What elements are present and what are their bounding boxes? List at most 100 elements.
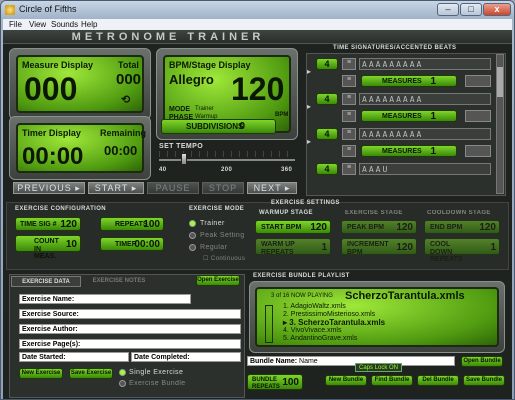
date-started-field[interactable]: Date Started: [19, 352, 129, 362]
accented-beats[interactable]: AAAAAAAAA [359, 93, 491, 105]
play-row-icon[interactable]: ▸ [307, 137, 315, 149]
increment-bpm-button[interactable]: INCREMENT BPM 120 [341, 238, 417, 256]
measures-button[interactable]: MEASURES 1 [361, 110, 457, 122]
accented-beats[interactable]: AAAAAAAAA [359, 128, 491, 140]
measures-edit-icon[interactable]: ≡ [342, 145, 356, 157]
measures-edit-icon[interactable]: ≡ [342, 110, 356, 122]
mode-trainer-radio[interactable] [189, 220, 196, 227]
previous-button[interactable]: PREVIOUS ▸ [13, 182, 85, 194]
measures-edit-icon[interactable]: ≡ [342, 75, 356, 87]
tempo-slider[interactable] [159, 151, 295, 165]
app-header: METRONOME TRAINER [3, 30, 512, 44]
subdivisions-value: 0 [239, 121, 245, 132]
open-bundle-button[interactable]: Open Bundle [461, 356, 503, 367]
mode-peak-radio[interactable] [189, 232, 196, 239]
find-bundle-button[interactable]: Find Bundle [371, 375, 413, 386]
accented-beats[interactable]: AAAAAAAAA [359, 58, 491, 70]
menu-bar: File View Sounds Help [3, 19, 512, 30]
save-bundle-button[interactable]: Save Bundle [463, 375, 505, 386]
date-completed-field[interactable]: Date Completed: [131, 352, 241, 362]
peak-bpm-button[interactable]: PEAK BPM 120 [341, 220, 417, 234]
timer-button[interactable]: TIMER 00:00 [100, 237, 164, 251]
exercise-source-field[interactable]: Exercise Source: [19, 309, 241, 319]
exercise-author-field[interactable]: Exercise Author: [19, 324, 241, 334]
measure-display-bezel: Measure Display Total 000 000 ⟲ [9, 48, 151, 120]
bundle-name-value: Name [299, 358, 318, 365]
open-exercise-button[interactable]: Open Exercise [196, 275, 240, 286]
warmup-repeats-button[interactable]: WARM UP REPEATS 1 [255, 238, 331, 256]
time-sig-value: 4 [324, 164, 330, 174]
tab-exercise-notes[interactable]: EXERCISE NOTES [83, 276, 155, 287]
del-bundle-button[interactable]: Del Bundle [417, 375, 459, 386]
start-button[interactable]: START ▸ [88, 182, 144, 194]
exercise-bundle-label: Exercise Bundle [129, 380, 186, 387]
warmup-repeats-value: 1 [321, 242, 327, 253]
single-exercise-radio[interactable] [119, 369, 126, 376]
next-button[interactable]: NEXT ▸ [247, 182, 297, 194]
measures-toggle[interactable] [465, 75, 491, 87]
pause-button[interactable]: PAUSE [147, 182, 199, 194]
cooldown-repeats-label: COOL DOWN REPEATS [430, 241, 463, 264]
menu-help[interactable]: Help [81, 20, 97, 29]
cooldown-repeats-button[interactable]: COOL DOWN REPEATS 1 [424, 238, 500, 263]
time-sig-edit-icon[interactable]: ≡ [342, 58, 356, 70]
warmup-repeats-label: WARM UP REPEATS [261, 241, 295, 256]
time-sig-select[interactable]: 4 [316, 93, 338, 105]
measures-button[interactable]: MEASURES 1 [361, 145, 457, 157]
now-playing: 3 of 16 NOW PLAYING [271, 293, 333, 299]
time-sig-label: TIME SIG # [20, 221, 57, 228]
count-in-button[interactable]: COUNT IN MEAS. 10 [15, 235, 81, 260]
exercise-name-field[interactable]: Exercise Name: [19, 294, 191, 304]
time-sig-edit-icon[interactable]: ≡ [342, 163, 356, 175]
tab-exercise-data[interactable]: EXERCISE DATA [11, 276, 81, 287]
subdivisions-button[interactable]: SUBDIVISIONS 0 [161, 119, 276, 134]
bundle-repeats-button[interactable]: BUNDLE REPEATS 100 [247, 374, 303, 390]
playlist-item[interactable]: 1. AdagioWaltz.xmls [283, 303, 385, 311]
close-button[interactable]: x [483, 3, 511, 16]
accented-beats[interactable]: AAAU [359, 163, 491, 175]
tempo-slider-track [159, 159, 295, 161]
mode-peak-label: Peak Setting [200, 232, 245, 239]
exercise-bundle-radio[interactable] [119, 380, 126, 387]
remaining-value: 00:00 [104, 143, 138, 158]
bundle-name-field[interactable]: Bundle Name: Name [247, 356, 455, 366]
menu-sounds[interactable]: Sounds [51, 20, 78, 29]
playlist-display: 3 of 16 NOW PLAYING ScherzoTarantula.xml… [255, 287, 499, 347]
time-signatures-scrollbar[interactable] [496, 54, 504, 194]
playlist-item[interactable]: 5. AndantinoGrave.xmls [283, 335, 385, 343]
time-sig-select[interactable]: 4 [316, 58, 338, 70]
mode-regular-radio[interactable] [189, 244, 196, 251]
time-sig-select[interactable]: 4 [316, 163, 338, 175]
minimize-button[interactable]: – [437, 3, 459, 16]
measures-label: MEASURES [382, 148, 422, 155]
measures-toggle[interactable] [465, 145, 491, 157]
stop-button[interactable]: STOP [202, 182, 244, 194]
measures-toggle[interactable] [465, 110, 491, 122]
exercise-pages-field[interactable]: Exercise Page(s): [19, 339, 241, 349]
maximize-button[interactable]: □ [460, 3, 482, 16]
measures-label: MEASURES [382, 113, 422, 120]
save-exercise-button[interactable]: Save Exercise [69, 368, 113, 379]
measures-button[interactable]: MEASURES 1 [361, 75, 457, 87]
time-sig-edit-icon[interactable]: ≡ [342, 93, 356, 105]
time-sig-select[interactable]: 4 [316, 128, 338, 140]
time-sig-edit-icon[interactable]: ≡ [342, 128, 356, 140]
tempo-slider-thumb[interactable] [181, 153, 188, 165]
repeats-button[interactable]: REPEATS 100 [100, 217, 164, 231]
play-row-icon[interactable]: ▸ [307, 67, 315, 79]
end-bpm-button[interactable]: END BPM 120 [424, 220, 500, 234]
playlist-item[interactable]: 4. VivoVivace.xmls [283, 327, 385, 335]
new-bundle-button[interactable]: New Bundle [325, 375, 367, 386]
scrollbar-thumb[interactable] [497, 67, 503, 97]
timer-value: 00:00 [22, 143, 84, 170]
menu-view[interactable]: View [29, 20, 46, 29]
play-row-icon[interactable]: ▸ [307, 102, 315, 114]
start-bpm-button[interactable]: START BPM 120 [255, 220, 331, 234]
metronome-app: METRONOME TRAINER Measure Display Total … [3, 30, 512, 399]
time-sig-button[interactable]: TIME SIG #120 [15, 217, 81, 231]
next-label: NEXT [253, 183, 282, 193]
playlist-reorder-slider[interactable] [265, 305, 273, 343]
menu-file[interactable]: File [9, 20, 22, 29]
new-exercise-button[interactable]: New Exercise [19, 368, 63, 379]
playlist-item[interactable]: ▸ 3. ScherzoTarantula.xmls [283, 319, 385, 327]
